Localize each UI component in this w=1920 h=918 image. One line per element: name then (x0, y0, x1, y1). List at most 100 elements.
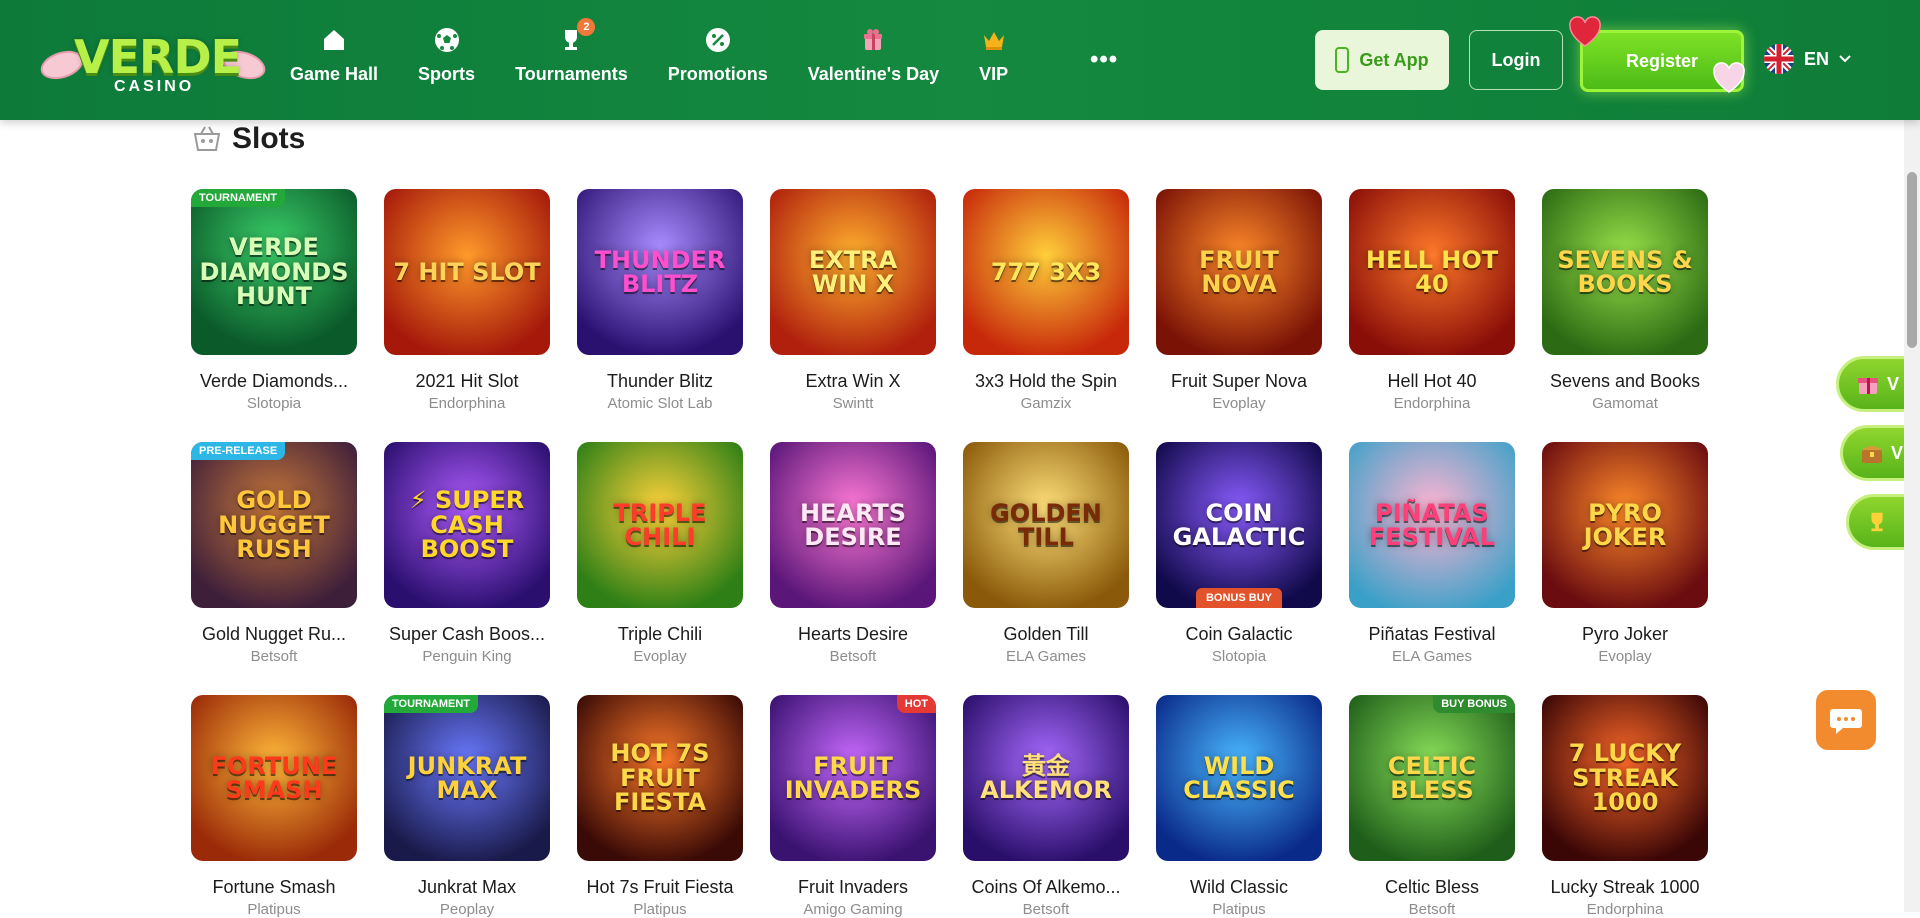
game-title[interactable]: Fruit Invaders (770, 877, 936, 898)
nav-vip[interactable]: VIP (979, 26, 1008, 96)
game-title[interactable]: Golden Till (963, 624, 1129, 645)
game-card[interactable]: Piñatas Festival Piñatas Festival ELA Game… (1349, 442, 1515, 665)
game-title[interactable]: Coin Galactic (1156, 624, 1322, 645)
nav-promotions[interactable]: Promotions (668, 26, 768, 96)
more-menu-button[interactable]: ••• (1090, 46, 1118, 74)
game-title[interactable]: Pyro Joker (1542, 624, 1708, 645)
game-thumbnail[interactable]: Golden Till (963, 442, 1129, 608)
game-card[interactable]: Fruit Nova Fruit Super Nova Evoplay (1156, 189, 1322, 412)
game-thumbnail[interactable]: 777 3x3 (963, 189, 1129, 355)
game-card[interactable]: Pyro Joker Pyro Joker Evoplay (1542, 442, 1708, 665)
game-card[interactable]: ⚡ Super Cash Boost Super Cash Boos... Peng… (384, 442, 550, 665)
game-thumbnail[interactable]: Gold Nugget Rush PRE-RELEASE (191, 442, 357, 608)
game-title[interactable]: Thunder Blitz (577, 371, 743, 392)
live-chat-button[interactable] (1816, 690, 1876, 750)
game-card[interactable]: Hearts Desire Hearts Desire Betsoft (770, 442, 936, 665)
game-title[interactable]: Junkrat Max (384, 877, 550, 898)
game-title[interactable]: Gold Nugget Ru... (191, 624, 357, 645)
game-card[interactable]: Hot 7s Fruit Fiesta Hot 7s Fruit Fiesta Pl… (577, 695, 743, 918)
game-thumbnail[interactable]: ⚡ Super Cash Boost (384, 442, 550, 608)
game-thumbnail[interactable]: Extra Win X (770, 189, 936, 355)
game-title[interactable]: Coins Of Alkemo... (963, 877, 1129, 898)
game-title[interactable]: Verde Diamonds... (191, 371, 357, 392)
game-title[interactable]: Super Cash Boos... (384, 624, 550, 645)
section-heading: Slots (192, 122, 305, 156)
game-card[interactable]: Fruit Invaders HOT Fruit Invaders Amigo Gam… (770, 695, 936, 918)
game-card[interactable]: Verde Diamonds Hunt TOURNAMENT Verde Diamo… (191, 189, 357, 412)
game-tag-badge: TOURNAMENT (384, 695, 479, 713)
game-thumbnail[interactable]: Coin Galactic BONUS BUY (1156, 442, 1322, 608)
game-card[interactable]: Coin Galactic BONUS BUY Coin Galactic Sloto… (1156, 442, 1322, 665)
game-title[interactable]: Celtic Bless (1349, 877, 1515, 898)
nav-game-hall[interactable]: Game Hall (290, 26, 378, 96)
game-card[interactable]: Celtic Bless BUY BONUS Celtic Bless Betsoft (1349, 695, 1515, 918)
game-artwork-title: Hearts Desire (799, 498, 907, 551)
game-tag-badge: TOURNAMENT (191, 189, 286, 207)
game-title[interactable]: Hot 7s Fruit Fiesta (577, 877, 743, 898)
game-title[interactable]: 3x3 Hold the Spin (963, 371, 1129, 392)
game-thumbnail[interactable]: Hell Hot 40 (1349, 189, 1515, 355)
game-provider: Betsoft (829, 648, 877, 665)
game-title[interactable]: Fruit Super Nova (1156, 371, 1322, 392)
game-title[interactable]: 2021 Hit Slot (384, 371, 550, 392)
game-card[interactable]: Gold Nugget Rush PRE-RELEASE Gold Nugget R… (191, 442, 357, 665)
game-thumbnail[interactable]: Hot 7s Fruit Fiesta (577, 695, 743, 861)
game-thumbnail[interactable]: Junkrat Max TOURNAMENT (384, 695, 550, 861)
game-thumbnail[interactable]: Verde Diamonds Hunt TOURNAMENT (191, 189, 357, 355)
game-card[interactable]: Extra Win X Extra Win X Swintt (770, 189, 936, 412)
game-card[interactable]: 黃金 Alkemor Coins Of Alkemo... Betsoft (963, 695, 1129, 918)
game-thumbnail[interactable]: 7 Lucky Streak 1000 (1542, 695, 1708, 861)
game-thumbnail[interactable]: 7 Hit Slot (384, 189, 550, 355)
nav-sports[interactable]: Sports (418, 26, 475, 96)
game-card[interactable]: 777 3x3 3x3 Hold the Spin Gamzix (963, 189, 1129, 412)
game-card[interactable]: 7 Hit Slot 2021 Hit Slot Endorphina (384, 189, 550, 412)
game-thumbnail[interactable]: 黃金 Alkemor (963, 695, 1129, 861)
trophy-icon: 2 (557, 18, 596, 54)
game-title[interactable]: Sevens and Books (1542, 371, 1708, 392)
game-thumbnail[interactable]: Fruit Nova (1156, 189, 1322, 355)
game-title[interactable]: Lucky Streak 1000 (1542, 877, 1708, 898)
game-thumbnail[interactable]: Fruit Invaders HOT (770, 695, 936, 861)
game-thumbnail[interactable]: Fortune Smash (191, 695, 357, 861)
game-title[interactable]: Hell Hot 40 (1349, 371, 1515, 392)
game-thumbnail[interactable]: Celtic Bless BUY BONUS (1349, 695, 1515, 861)
get-app-button[interactable]: Get App (1315, 30, 1449, 90)
login-button[interactable]: Login (1469, 30, 1563, 90)
game-thumbnail[interactable]: Thunder Blitz (577, 189, 743, 355)
game-card[interactable]: Wild Classic Wild Classic Platipus (1156, 695, 1322, 918)
language-selector[interactable]: EN (1764, 44, 1851, 74)
game-card[interactable]: Hell Hot 40 Hell Hot 40 Endorphina (1349, 189, 1515, 412)
game-card[interactable]: Golden Till Golden Till ELA Games (963, 442, 1129, 665)
game-card[interactable]: Fortune Smash Fortune Smash Platipus (191, 695, 357, 918)
game-thumbnail[interactable]: Wild Classic (1156, 695, 1322, 861)
game-title[interactable]: Piñatas Festival (1349, 624, 1515, 645)
game-card[interactable]: Junkrat Max TOURNAMENT Junkrat Max Peoplay (384, 695, 550, 918)
game-thumbnail[interactable]: Piñatas Festival (1349, 442, 1515, 608)
game-card[interactable]: Triple Chili Triple Chili Evoplay (577, 442, 743, 665)
game-title[interactable]: Triple Chili (577, 624, 743, 645)
game-thumbnail[interactable]: Triple Chili (577, 442, 743, 608)
game-card[interactable]: Sevens & Books Sevens and Books Gamomat (1542, 189, 1708, 412)
game-title[interactable]: Fortune Smash (191, 877, 357, 898)
crown-icon (980, 26, 1008, 54)
game-thumbnail[interactable]: Hearts Desire (770, 442, 936, 608)
game-title[interactable]: Wild Classic (1156, 877, 1322, 898)
game-thumbnail[interactable]: Sevens & Books (1542, 189, 1708, 355)
side-gift-label: V (1887, 373, 1900, 394)
game-title[interactable]: Hearts Desire (770, 624, 936, 645)
trophy-icon (1871, 512, 1883, 532)
verde-casino-logo[interactable]: VERDE CASINO (37, 30, 269, 102)
game-provider: Betsoft (1408, 901, 1456, 918)
game-card[interactable]: Thunder Blitz Thunder Blitz Atomic Slot La… (577, 189, 743, 412)
nav-valentines-day[interactable]: Valentine's Day (808, 26, 939, 96)
game-thumbnail[interactable]: Pyro Joker (1542, 442, 1708, 608)
scrollbar-thumb[interactable] (1907, 172, 1917, 348)
nav-tournaments[interactable]: 2 Tournaments (515, 18, 628, 96)
tournaments-count-badge: 2 (577, 18, 596, 36)
game-artwork-title: Hot 7s Fruit Fiesta (610, 739, 710, 817)
game-artwork-title: Celtic Bless (1387, 751, 1477, 804)
game-artwork-title: Extra Win X (808, 245, 898, 298)
soccer-ball-icon (433, 26, 461, 54)
game-card[interactable]: 7 Lucky Streak 1000 Lucky Streak 1000 Endo… (1542, 695, 1708, 918)
game-title[interactable]: Extra Win X (770, 371, 936, 392)
